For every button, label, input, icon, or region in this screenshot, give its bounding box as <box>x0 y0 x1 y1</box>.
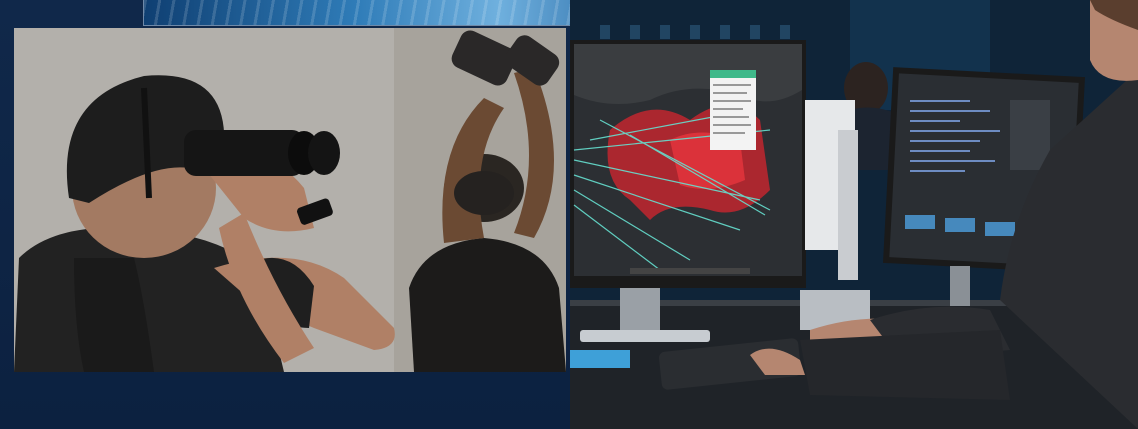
binoculars-icon <box>184 130 304 176</box>
binoculars-photo <box>14 28 566 372</box>
binoculars-scene <box>14 28 566 372</box>
control-room-photo <box>570 0 1138 429</box>
control-room-scene <box>570 0 1138 429</box>
